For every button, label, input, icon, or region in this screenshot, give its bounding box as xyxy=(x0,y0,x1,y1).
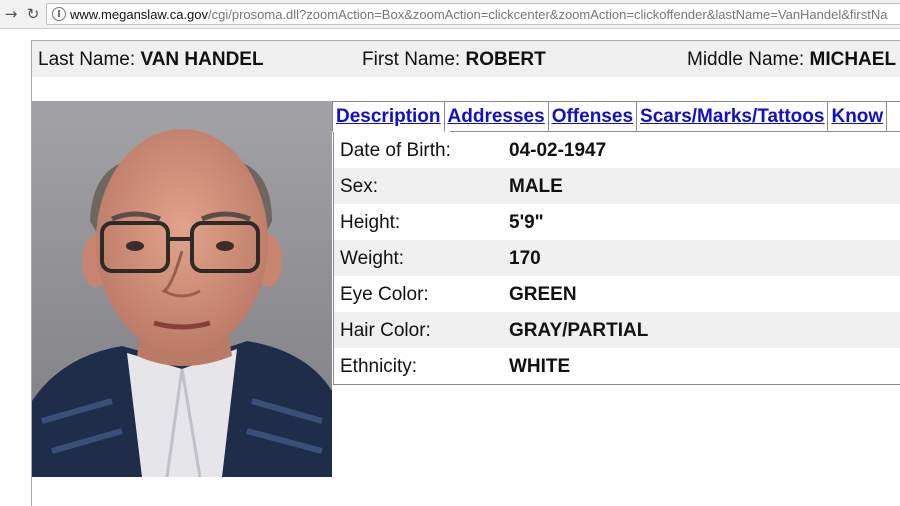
detail-value: WHITE xyxy=(509,356,571,377)
detail-row-eye-color: Eye Color: GREEN xyxy=(334,276,900,312)
detail-value: MALE xyxy=(509,176,563,197)
detail-label: Date of Birth: xyxy=(340,140,451,161)
detail-value: 170 xyxy=(509,248,541,269)
last-name-value: VAN HANDEL xyxy=(140,49,264,70)
detail-label: Eye Color: xyxy=(340,284,429,305)
last-name-label: Last Name: xyxy=(38,49,136,70)
first-name-label: First Name: xyxy=(362,49,461,70)
tab-offenses[interactable]: Offenses xyxy=(548,102,638,131)
tab-addresses[interactable]: Addresses xyxy=(444,102,549,131)
middle-name-label: Middle Name: xyxy=(687,49,805,70)
offender-name-bar: Last Name: VAN HANDEL First Name: ROBERT… xyxy=(32,40,900,77)
tab-scars-marks-tattoos[interactable]: Scars/Marks/Tattoos xyxy=(637,102,829,131)
page-info-icon[interactable] xyxy=(52,7,66,21)
detail-row-hair-color: Hair Color: GRAY/PARTIAL xyxy=(334,312,900,348)
url-host: www.meganslaw.ca.gov xyxy=(70,6,209,22)
detail-value: 5'9" xyxy=(509,212,544,233)
detail-label: Ethnicity: xyxy=(340,356,418,377)
address-bar[interactable]: www.meganslaw.ca.gov/cgi/prosoma.dll?zoo… xyxy=(46,3,900,25)
description-table: Date of Birth: 04-02-1947 Sex: MALE Heig… xyxy=(333,132,900,385)
record-tabs: Description Addresses Offenses Scars/Mar… xyxy=(332,101,900,132)
tab-known-aliases[interactable]: Know xyxy=(828,102,888,131)
offender-photo xyxy=(32,101,332,477)
detail-row-weight: Weight: 170 xyxy=(334,240,900,276)
first-name-field: First Name: ROBERT xyxy=(362,49,546,71)
detail-row-sex: Sex: MALE xyxy=(334,168,900,204)
reload-icon[interactable]: ↻ xyxy=(22,3,44,25)
detail-value: GRAY/PARTIAL xyxy=(509,320,649,341)
middle-name-value: MICHAEL xyxy=(809,49,897,70)
middle-name-field: Middle Name: MICHAEL xyxy=(687,49,896,71)
detail-label: Sex: xyxy=(340,176,379,197)
detail-label: Weight: xyxy=(340,248,405,269)
detail-label: Height: xyxy=(340,212,401,233)
detail-value: GREEN xyxy=(509,284,577,305)
detail-row-height: Height: 5'9" xyxy=(334,204,900,240)
last-name-field: Last Name: VAN HANDEL xyxy=(38,49,264,71)
first-name-value: ROBERT xyxy=(465,49,546,70)
url-path: /cgi/prosoma.dll?zoomAction=Box&zoomActi… xyxy=(208,6,888,22)
tab-description[interactable]: Description xyxy=(332,102,445,132)
back-arrow-icon[interactable]: → xyxy=(0,3,22,25)
detail-label: Hair Color: xyxy=(340,320,431,341)
detail-row-dob: Date of Birth: 04-02-1947 xyxy=(334,132,900,168)
detail-row-ethnicity: Ethnicity: WHITE xyxy=(334,348,900,384)
browser-toolbar: → ↻ www.meganslaw.ca.gov/cgi/prosoma.dll… xyxy=(0,0,900,29)
detail-value: 04-02-1947 xyxy=(509,140,607,161)
